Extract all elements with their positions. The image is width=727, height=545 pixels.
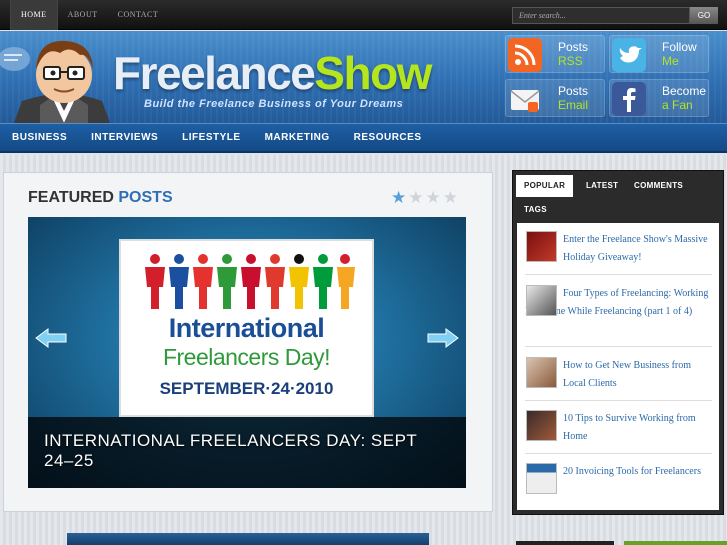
email-label-line2: Email: [558, 98, 589, 112]
facebook-label-line2: a Fan: [662, 98, 693, 112]
facebook-label-line1: Become: [662, 84, 707, 98]
rss-label-line2: RSS: [558, 54, 583, 68]
slide-caption[interactable]: INTERNATIONAL FREELANCERS DAY: SEPT 24–2…: [28, 417, 466, 488]
nav-item-business[interactable]: BUSINESS: [0, 124, 79, 152]
nav-item-interviews[interactable]: INTERVIEWS: [79, 124, 170, 152]
slide-pager-star-1[interactable]: ★: [391, 189, 406, 206]
twitter-follow-button[interactable]: Follow Me: [609, 35, 709, 73]
topnav-home-link[interactable]: HOME: [10, 0, 58, 30]
top-bar: HOME ABOUT CONTACT GO: [0, 0, 727, 30]
facebook-icon: [612, 82, 646, 116]
email-icon: [510, 90, 540, 112]
twitter-label: Follow Me: [662, 40, 697, 68]
post-thumbnail[interactable]: [526, 410, 557, 441]
post-thumbnail[interactable]: [526, 231, 557, 262]
below-fold-banner: [67, 533, 429, 545]
list-item[interactable]: 10 Tips to Survive Working from Home: [525, 410, 712, 454]
featured-posts-panel: FEATURED POSTS ★ ★ ★ ★ International Fre…: [3, 172, 493, 512]
rss-label: Posts RSS: [558, 40, 588, 68]
site-tagline: Build the Freelance Business of Your Dre…: [144, 98, 404, 110]
slide-caption-text[interactable]: INTERNATIONAL FREELANCERS DAY: SEPT 24–2…: [44, 431, 417, 470]
popular-posts-list: Enter the Freelance Show's Massive Holid…: [517, 223, 719, 510]
top-nav: HOME ABOUT CONTACT: [10, 0, 168, 30]
twitter-label-line2: Me: [662, 54, 679, 68]
social-links: Posts RSS Follow Me Posts Email Become a…: [505, 35, 717, 119]
site-logo[interactable]: FreelanceShow: [113, 47, 432, 99]
featured-title-part2: POSTS: [118, 189, 173, 206]
next-slide-arrow-icon[interactable]: [426, 327, 460, 349]
facebook-fan-button[interactable]: Become a Fan: [609, 79, 709, 117]
site-header: FreelanceShow Build the Freelance Busine…: [0, 31, 727, 123]
tab-comments[interactable]: COMMENTS: [626, 175, 691, 197]
email-label-line1: Posts: [558, 84, 589, 98]
list-item[interactable]: How to Get New Business from Local Clien…: [525, 357, 712, 401]
slide-pager-star-2[interactable]: ★: [408, 189, 423, 206]
poster-line2: Freelancers Day!: [162, 344, 331, 370]
topnav-about-link[interactable]: ABOUT: [58, 0, 108, 30]
rss-label-line1: Posts: [558, 40, 589, 54]
featured-slider[interactable]: International Freelancers Day! SEPTEMBER…: [28, 217, 466, 488]
featured-title-part1: FEATURED: [28, 189, 114, 206]
prev-slide-arrow-icon[interactable]: [34, 327, 68, 349]
twitter-bird-icon: [612, 38, 646, 72]
main-nav: BUSINESS INTERVIEWS LIFESTYLE MARKETING …: [0, 123, 727, 153]
email-label: Posts Email: [558, 84, 588, 112]
post-thumbnail[interactable]: [526, 285, 557, 316]
featured-title: FEATURED POSTS: [28, 189, 173, 207]
logo-text-freelance: Freelance: [113, 47, 316, 99]
twitter-label-line1: Follow: [662, 40, 697, 54]
facebook-label: Become a Fan: [662, 84, 706, 112]
slide-pager-star-3[interactable]: ★: [426, 189, 441, 206]
slide-pager-star-4[interactable]: ★: [443, 189, 458, 206]
email-subscribe-button[interactable]: Posts Email: [505, 79, 605, 117]
tab-tags[interactable]: TAGS: [516, 199, 555, 221]
slide-image[interactable]: International Freelancers Day! SEPTEMBER…: [119, 239, 374, 417]
rss-icon: [508, 38, 542, 72]
poster-line1: International: [168, 313, 325, 343]
slide-pager: ★ ★ ★ ★: [391, 189, 458, 206]
tab-latest[interactable]: LATEST: [578, 175, 626, 197]
nav-item-lifestyle[interactable]: LIFESTYLE: [170, 124, 252, 152]
people-figures-graphic: [145, 254, 355, 309]
post-thumbnail[interactable]: [526, 357, 557, 388]
nav-item-resources[interactable]: RESOURCES: [342, 124, 434, 152]
below-fold-widget-dark: [516, 541, 614, 545]
mascot-illustration: [0, 40, 110, 123]
logo-text-show: Show: [314, 47, 432, 99]
below-fold-widget-green: [624, 541, 727, 545]
sidebar-tab-bar: POPULAR LATEST COMMENTS TAGS: [516, 174, 722, 222]
search-form: GO: [512, 7, 718, 24]
topnav-contact-link[interactable]: CONTACT: [108, 0, 169, 30]
nav-item-marketing[interactable]: MARKETING: [253, 124, 342, 152]
list-item[interactable]: 20 Invoicing Tools for Freelancers: [525, 463, 712, 507]
poster-line3: SEPTEMBER·24·2010: [159, 379, 334, 398]
sidebar-tabs-widget: POPULAR LATEST COMMENTS TAGS Enter the F…: [512, 170, 724, 515]
list-item[interactable]: Four Types of Freelancing: Working Full-…: [525, 285, 712, 347]
rss-subscribe-button[interactable]: Posts RSS: [505, 35, 605, 73]
search-go-button[interactable]: GO: [690, 7, 718, 24]
search-input[interactable]: [512, 7, 690, 24]
post-thumbnail[interactable]: [526, 463, 557, 494]
list-item[interactable]: Enter the Freelance Show's Massive Holid…: [525, 231, 712, 275]
tab-popular[interactable]: POPULAR: [516, 175, 574, 197]
